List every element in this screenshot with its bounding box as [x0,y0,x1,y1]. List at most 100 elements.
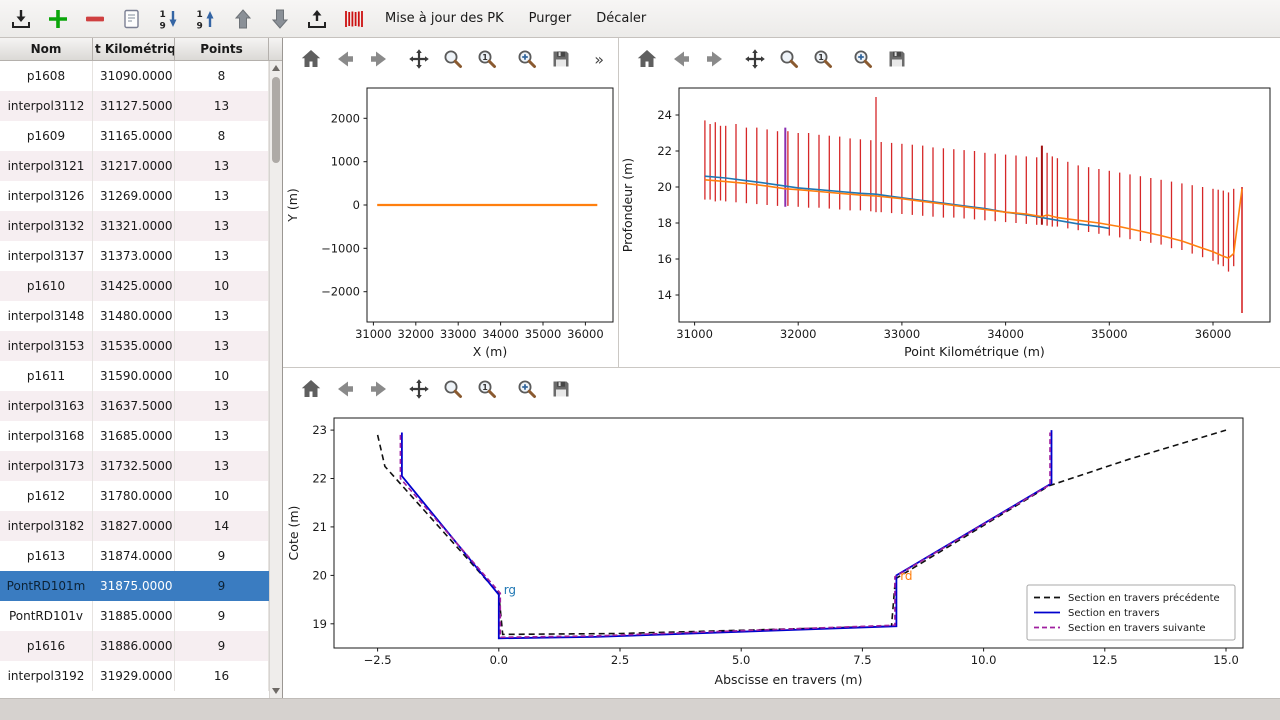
pk-cell[interactable]: 31827.0000 [93,511,175,541]
name-cell[interactable]: p1616 [0,631,93,661]
points-cell[interactable]: 13 [175,241,269,271]
points-cell[interactable]: 14 [175,511,269,541]
update-pk-button[interactable]: Mise à jour des PK [378,7,511,30]
name-cell[interactable]: p1612 [0,481,93,511]
xy-plot-canvas[interactable]: 310003200033000340003500036000−2000−1000… [283,80,618,367]
pan-button[interactable] [407,47,431,71]
table-row[interactable]: interpol315331535.000013 [0,331,269,361]
pk-cell[interactable]: 31886.0000 [93,631,175,661]
name-cell[interactable]: interpol3121 [0,151,93,181]
name-cell[interactable]: interpol3173 [0,451,93,481]
pk-cell[interactable]: 31217.0000 [93,151,175,181]
table-row[interactable]: interpol316331637.500013 [0,391,269,421]
pk-cell[interactable]: 31685.0000 [93,421,175,451]
back-button[interactable] [333,377,357,401]
pk-cell[interactable]: 31321.0000 [93,211,175,241]
name-cell[interactable]: p1610 [0,271,93,301]
table-row[interactable]: p161331874.00009 [0,541,269,571]
points-cell[interactable]: 13 [175,301,269,331]
home-button[interactable] [299,47,323,71]
points-cell[interactable]: 8 [175,61,269,91]
points-cell[interactable]: 13 [175,91,269,121]
points-cell[interactable]: 9 [175,631,269,661]
pk-cell[interactable]: 31165.0000 [93,121,175,151]
table-row[interactable]: interpol316831685.000013 [0,421,269,451]
zoom-button[interactable] [777,47,801,71]
back-button[interactable] [669,47,693,71]
points-cell[interactable]: 9 [175,601,269,631]
table-row[interactable]: p161631886.00009 [0,631,269,661]
table-row[interactable]: interpol312131217.000013 [0,151,269,181]
points-cell[interactable]: 9 [175,541,269,571]
pk-cell[interactable]: 31269.0000 [93,181,175,211]
pan-button[interactable] [407,377,431,401]
table-row[interactable]: p160931165.00008 [0,121,269,151]
pk-cell[interactable]: 31637.5000 [93,391,175,421]
pk-cell[interactable]: 31590.0000 [93,361,175,391]
scrollbar-thumb[interactable] [272,77,280,163]
table-scrollbar[interactable] [269,61,282,698]
forward-button[interactable] [703,47,727,71]
pk-cell[interactable]: 31874.0000 [93,541,175,571]
pk-cell[interactable]: 31885.0000 [93,601,175,631]
name-cell[interactable]: p1609 [0,121,93,151]
profile-plot-canvas[interactable]: 3100032000330003400035000360001416182022… [619,80,1278,367]
points-cell[interactable]: 13 [175,211,269,241]
points-cell[interactable]: 13 [175,391,269,421]
zoom-one-button[interactable]: 1 [475,47,499,71]
name-cell[interactable]: p1611 [0,361,93,391]
sort-descending-button[interactable]: 19 [156,6,182,32]
name-cell[interactable]: interpol3112 [0,91,93,121]
zoom-one-button[interactable]: 1 [475,377,499,401]
points-cell[interactable]: 9 [175,571,269,601]
name-cell[interactable]: p1608 [0,61,93,91]
remove-button[interactable] [82,6,108,32]
table-row[interactable]: interpol311231127.500013 [0,91,269,121]
points-cell[interactable]: 10 [175,361,269,391]
move-down-button[interactable] [267,6,293,32]
back-button[interactable] [333,47,357,71]
scroll-up-arrow-icon[interactable] [270,62,282,74]
scroll-down-arrow-icon[interactable] [270,685,282,697]
save-button[interactable] [549,47,573,71]
zoom-one-button[interactable]: 1 [811,47,835,71]
pan-button[interactable] [743,47,767,71]
move-up-button[interactable] [230,6,256,32]
name-cell[interactable]: interpol3137 [0,241,93,271]
name-cell[interactable]: interpol3132 [0,211,93,241]
name-cell[interactable]: interpol3168 [0,421,93,451]
toolbar-overflow-chevron[interactable]: » [594,50,604,69]
sections-button[interactable] [341,6,367,32]
name-cell[interactable]: interpol3163 [0,391,93,421]
purge-button[interactable]: Purger [522,7,579,30]
table-row[interactable]: p161231780.000010 [0,481,269,511]
points-cell[interactable]: 10 [175,271,269,301]
add-button[interactable] [45,6,71,32]
table-row[interactable]: interpol317331732.500013 [0,451,269,481]
table-row[interactable]: PontRD101v31885.00009 [0,601,269,631]
points-cell[interactable]: 16 [175,661,269,691]
table-row[interactable]: p161131590.000010 [0,361,269,391]
pk-cell[interactable]: 31780.0000 [93,481,175,511]
forward-button[interactable] [367,377,391,401]
edit-button[interactable] [119,6,145,32]
table-row[interactable]: p160831090.00008 [0,61,269,91]
name-cell[interactable]: PontRD101m [0,571,93,601]
zoom-button[interactable] [441,377,465,401]
pk-cell[interactable]: 31425.0000 [93,271,175,301]
name-cell[interactable]: interpol3148 [0,301,93,331]
pk-cell[interactable]: 31929.0000 [93,661,175,691]
home-button[interactable] [635,47,659,71]
table-row[interactable]: interpol314831480.000013 [0,301,269,331]
points-cell[interactable]: 13 [175,181,269,211]
pk-cell[interactable]: 31732.5000 [93,451,175,481]
name-cell[interactable]: interpol3153 [0,331,93,361]
table-row[interactable]: p161031425.000010 [0,271,269,301]
column-header-nom[interactable]: Nom [0,38,93,60]
name-cell[interactable]: PontRD101v [0,601,93,631]
column-header-points[interactable]: Points [175,38,269,60]
zoom-in-button[interactable] [515,377,539,401]
import-button[interactable] [8,6,34,32]
pk-cell[interactable]: 31535.0000 [93,331,175,361]
zoom-in-button[interactable] [851,47,875,71]
